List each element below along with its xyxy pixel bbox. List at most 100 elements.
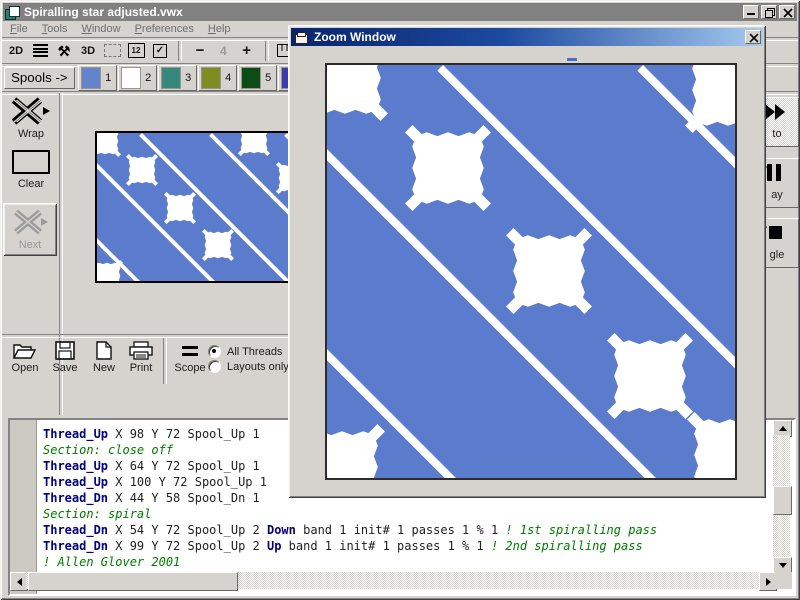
print-label: Print <box>120 362 162 374</box>
spool-button-5[interactable]: 5 <box>238 65 277 91</box>
zoom-close-button[interactable] <box>745 30 761 44</box>
lines-icon <box>33 44 48 57</box>
console-line: Section: spiral <box>43 506 754 522</box>
star-shape <box>325 63 404 137</box>
marquee-icon <box>104 44 121 57</box>
toolbar-separator <box>178 41 182 61</box>
title-bar[interactable]: Spiralling star adjusted.vwx <box>3 3 797 21</box>
increase-button[interactable]: + <box>235 41 259 61</box>
open-button[interactable]: Open <box>4 341 46 374</box>
app-icon <box>5 6 19 19</box>
toolbar: 2D ⚒ 3D 12 ✓ − 4 + <box>4 39 303 62</box>
save-label: Save <box>44 362 86 374</box>
radio-button-icon[interactable] <box>208 345 221 358</box>
zoom-window[interactable]: Zoom Window <box>288 25 766 498</box>
star-shape <box>95 131 127 163</box>
decrease-button[interactable]: − <box>188 41 212 61</box>
star-shape <box>95 254 129 283</box>
3d-view-button[interactable]: 3D <box>76 41 100 61</box>
new-button[interactable]: New <box>83 341 125 374</box>
radio-layouts-only[interactable]: Layouts only <box>208 360 289 373</box>
console-line: Thread_Dn X 99 Y 72 Spool_Up 2 Up band 1… <box>43 538 754 554</box>
wrap-label: Wrap <box>8 128 54 140</box>
console-line: ! Allen Glover 2001 <box>43 554 754 570</box>
star-shape <box>325 408 401 480</box>
thread-tick-mark <box>567 58 577 61</box>
clear-icon <box>12 150 50 174</box>
spool-color-swatch <box>161 67 181 89</box>
spool-button-3[interactable]: 3 <box>158 65 197 91</box>
minimize-button[interactable] <box>743 5 759 19</box>
zoom-window-title: Zoom Window <box>314 30 396 44</box>
radio-label: All Threads <box>227 346 282 358</box>
scrollbar-thumb[interactable] <box>28 572 238 591</box>
menu-item-tools[interactable]: Tools <box>35 22 75 36</box>
toolbar-separator <box>265 41 269 61</box>
minimize-icon <box>747 13 755 15</box>
scrollbar-corner <box>775 572 792 589</box>
selection-button[interactable] <box>100 41 124 61</box>
close-button[interactable] <box>779 5 795 19</box>
pattern-star <box>490 212 608 333</box>
new-page-icon <box>96 341 112 360</box>
next-button[interactable]: Next <box>3 203 57 256</box>
spools-label-button[interactable]: Spools -> <box>4 67 75 89</box>
numbering-button[interactable]: 12 <box>124 41 148 61</box>
arrow-right-icon <box>766 578 771 586</box>
thread-list-button[interactable] <box>28 41 52 61</box>
spool-color-swatch <box>81 67 101 89</box>
zoom-pattern-view[interactable] <box>325 63 737 480</box>
star-shape <box>669 63 737 149</box>
scope-group: Scope <box>170 346 210 374</box>
radio-button-icon[interactable] <box>208 360 221 373</box>
spool-color-swatch <box>121 67 141 89</box>
open-label: Open <box>4 362 46 374</box>
menu-item-preferences[interactable]: Preferences <box>128 22 201 36</box>
divider <box>163 338 167 384</box>
pause-icon <box>767 164 781 181</box>
new-label: New <box>83 362 125 374</box>
star-shape <box>671 396 737 480</box>
open-folder-icon <box>13 341 37 360</box>
pattern-star <box>196 223 240 270</box>
menu-item-file[interactable]: File <box>3 22 35 36</box>
pattern-star <box>95 254 129 283</box>
spool-button-1[interactable]: 1 <box>78 65 117 91</box>
menu-item-window[interactable]: Window <box>74 22 127 36</box>
spool-button-2[interactable]: 2 <box>118 65 157 91</box>
clear-button[interactable]: Clear <box>8 150 54 190</box>
console-line: Thread_Dn X 54 Y 72 Spool_Up 2 Down band… <box>43 522 754 538</box>
spool-number: 4 <box>221 72 236 84</box>
radio-all-threads[interactable]: All Threads <box>208 345 282 358</box>
options-check-button[interactable]: ✓ <box>148 41 172 61</box>
pattern-star <box>325 408 401 480</box>
checkbox-icon: ✓ <box>153 44 167 58</box>
zoom-window-title-bar[interactable]: Zoom Window <box>291 28 763 46</box>
wrap-button[interactable]: Wrap <box>8 97 54 140</box>
close-icon <box>749 33 759 43</box>
size-value: 4 <box>220 44 227 58</box>
horizontal-scrollbar[interactable] <box>10 572 775 589</box>
tools-button[interactable]: ⚒ <box>52 41 76 61</box>
restore-icon <box>765 8 775 18</box>
save-floppy-icon <box>55 341 75 360</box>
pattern-star <box>669 63 737 152</box>
print-button[interactable]: Print <box>120 341 162 374</box>
printer-icon <box>129 341 153 360</box>
console-gutter <box>10 420 37 594</box>
star-shape <box>490 212 608 330</box>
scrollbar-thumb[interactable] <box>773 486 792 515</box>
arrow-down-icon <box>779 563 787 568</box>
menu-item-help[interactable]: Help <box>201 22 238 36</box>
spool-button-4[interactable]: 4 <box>198 65 237 91</box>
hammer-wrench-icon: ⚒ <box>58 44 71 58</box>
next-label: Next <box>3 239 57 251</box>
save-button[interactable]: Save <box>44 341 86 374</box>
vertical-scrollbar[interactable] <box>773 420 790 572</box>
2d-view-button[interactable]: 2D <box>4 41 28 61</box>
arrow-left-icon <box>17 578 22 586</box>
radio-label: Layouts only <box>227 361 289 373</box>
spool-color-swatch <box>241 67 261 89</box>
restore-button[interactable] <box>761 5 777 19</box>
pattern-star <box>325 63 404 140</box>
